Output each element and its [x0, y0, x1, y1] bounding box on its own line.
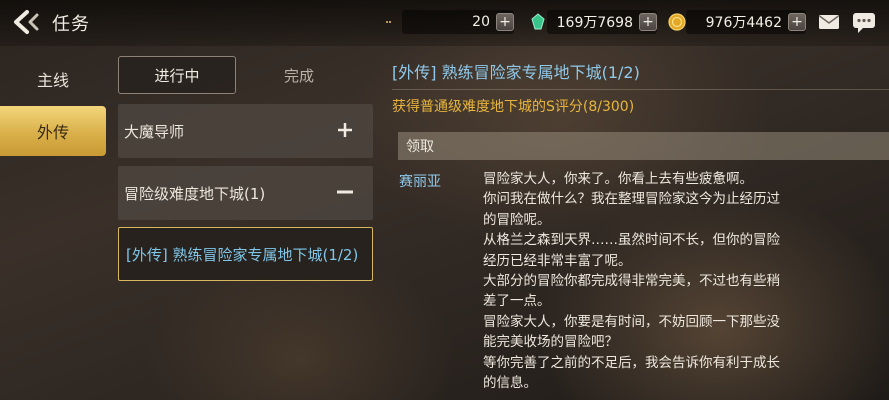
back-button[interactable]: [8, 6, 44, 38]
currency-crystal: 169万7698 +: [531, 10, 657, 34]
collapse-minus-icon[interactable]: [335, 182, 355, 202]
quest-item-label: [外传] 熟练冒险家专属地下城(1/2): [126, 245, 359, 264]
green-crystal-icon: [529, 12, 547, 32]
gold-coin-icon: [668, 12, 686, 32]
dialog-line: 等你完善了之前的不足后，我会告诉你有利于成长: [483, 354, 780, 371]
top-bar: 任务 20 + 169万7698 + 976万4462 +: [0, 0, 889, 46]
dialog-line: 差了一点。: [483, 293, 551, 310]
currency-moon-value: 20: [472, 14, 490, 30]
currency-crystal-value: 169万7698: [556, 15, 633, 31]
currency-gold-value: 976万4462: [705, 15, 782, 31]
add-gold-button[interactable]: +: [788, 13, 806, 31]
chat-button[interactable]: [852, 12, 876, 34]
add-moon-button[interactable]: +: [496, 13, 514, 31]
claim-reward-bar[interactable]: 领取: [398, 132, 889, 160]
mail-button[interactable]: [818, 13, 840, 31]
page-title: 任务: [52, 14, 90, 35]
quest-detail-title: [外传] 熟练冒险家专属地下城(1/2): [392, 63, 640, 82]
currency-moon: 20 +: [386, 10, 514, 34]
sidebar-item-main-story[interactable]: 主线: [0, 54, 106, 104]
currency-gold: 976万4462 +: [668, 10, 806, 34]
tab-in-progress[interactable]: 进行中: [118, 56, 236, 94]
chat-bubble-icon: [853, 13, 875, 33]
dialog-line: 你问我在做什么？我在整理冒险家这今为止经历过: [483, 191, 780, 208]
expand-plus-icon[interactable]: [335, 120, 355, 140]
tab-completed[interactable]: 完成: [240, 56, 358, 94]
npc-dialog-text: 冒险家大人，你来了。你看上去有些疲惫啊。 你问我在做什么？我在整理冒险家这今为止…: [483, 169, 813, 393]
sidebar-item-side-story[interactable]: 外传: [0, 106, 106, 156]
dialog-line: 经历已经非常丰富了呢。: [483, 252, 632, 269]
crescent-moon-icon: [384, 12, 402, 32]
dialog-line: 的冒险呢。: [483, 211, 551, 228]
dialog-line: 冒险家大人，你来了。你看上去有些疲惫啊。: [483, 171, 753, 187]
tab-label: 完成: [283, 66, 314, 85]
sidebar-item-label: 主线: [36, 71, 69, 90]
claim-label: 领取: [406, 139, 434, 155]
dialog-line: 从格兰之森到天界……虽然时间不长，但你的冒险: [483, 232, 780, 249]
quest-group-adventure-dungeon[interactable]: 冒险级难度地下城(1): [118, 166, 373, 220]
dialog-line: 大部分的冒险你都完成得非常完美，不过也有些稍: [483, 273, 780, 290]
quest-group-label: 大魔导师: [124, 122, 185, 141]
divider: [392, 89, 889, 90]
dialog-line: 冒险家大人，你要是有时间，不妨回顾一下那些没: [483, 313, 780, 330]
back-arrow-icon: [14, 10, 39, 34]
mail-icon: [819, 15, 839, 29]
quest-item-selected[interactable]: [外传] 熟练冒险家专属地下城(1/2): [118, 227, 373, 281]
tab-label: 进行中: [154, 66, 200, 85]
quest-group-label: 冒险级难度地下城(1): [124, 184, 266, 203]
add-crystal-button[interactable]: +: [639, 13, 657, 31]
dialog-line: 能完美收场的冒险吧？: [483, 334, 618, 351]
sidebar-item-label: 外传: [36, 123, 69, 142]
dialog-line: 的信息。: [483, 375, 537, 392]
quest-objective: 获得普通级难度地下城的S评分(8/300): [392, 99, 635, 115]
npc-speaker-name: 赛丽亚: [399, 174, 441, 190]
quest-group-grand-mage[interactable]: 大魔导师: [118, 104, 373, 158]
